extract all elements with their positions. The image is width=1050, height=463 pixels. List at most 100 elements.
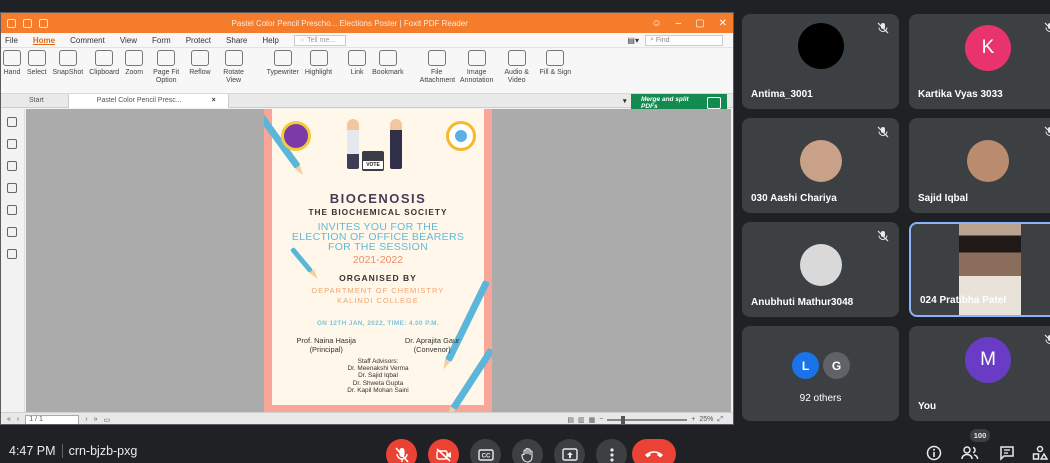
view-mode-icon[interactable]: ▭ [104, 416, 111, 424]
close-icon[interactable]: ✕ [719, 18, 727, 29]
avatar: G [823, 352, 850, 379]
zoom-level[interactable]: 25% [699, 416, 713, 423]
chat-button[interactable] [997, 443, 1017, 463]
more-options-button[interactable] [596, 439, 627, 463]
ribbon-toolbar: Hand Select SnapShot Clipboard Zoom Page Fit … [1, 48, 733, 94]
select-tool-button[interactable]: Select [27, 50, 46, 77]
convenor-role: (Convenor) [413, 345, 451, 354]
leave-call-button[interactable] [632, 439, 676, 463]
zoom-slider-knob[interactable] [621, 415, 626, 424]
camera-toggle-button[interactable] [428, 439, 459, 463]
poster-invite: INVITES YOU FOR THE ELECTION OF OFFICE B… [272, 222, 484, 253]
zoom-out-icon[interactable]: − [599, 416, 603, 423]
dropdown-icon[interactable]: ▾ [623, 98, 627, 105]
fill-sign-tool-label: Fill & Sign [539, 69, 572, 76]
tell-me-box[interactable]: ○ Tell me... [293, 34, 346, 46]
bookmark-panel-icon[interactable] [7, 117, 17, 127]
save-icon[interactable] [7, 18, 16, 28]
menu-comment[interactable]: Comment [70, 36, 105, 45]
image-annotation-tool-button[interactable]: Image Annotation [460, 50, 494, 85]
menu-help[interactable]: Help [262, 36, 278, 45]
typewriter-tool-button[interactable]: Typewriter [267, 50, 299, 77]
participant-tile[interactable]: 030 Aashi Chariya [742, 118, 899, 213]
continuous-icon[interactable]: ▥ [578, 416, 585, 424]
audio-video-tool-button[interactable]: Audio & Video [500, 50, 534, 85]
raise-hand-button[interactable] [512, 439, 543, 463]
activities-button[interactable] [1030, 443, 1050, 463]
clipboard-tool-button[interactable]: Clipboard [89, 50, 119, 77]
file-attachment-tool-label: File Attachment [419, 69, 456, 84]
zoom-in-icon[interactable]: + [691, 416, 695, 423]
audio-video-tool-icon [507, 50, 526, 66]
menu-form[interactable]: Form [152, 36, 171, 45]
layout-icon[interactable]: ▤▾ [627, 36, 639, 45]
pdf-title-bar: Pastel Color Pencil Prescho... Elections… [1, 13, 733, 33]
page-panel-icon[interactable] [7, 139, 17, 149]
captions-button[interactable]: CC [470, 439, 501, 463]
menu-view[interactable]: View [120, 36, 137, 45]
link-tool-icon [348, 50, 367, 66]
menu-home[interactable]: Home [33, 36, 55, 45]
participant-tile[interactable]: Anubhuti Mathur3048 [742, 222, 899, 317]
meeting-details-button[interactable] [924, 443, 944, 463]
next-page-icon[interactable]: › [85, 416, 87, 423]
single-page-icon[interactable]: ▤ [567, 416, 574, 424]
convenor: Dr. Aprajita Gaur (Convenor) [405, 336, 460, 354]
clipboard-tool-label: Clipboard [89, 69, 120, 76]
find-input[interactable]: ⌕ Find [645, 34, 723, 46]
present-now-button[interactable] [554, 439, 585, 463]
security-panel-icon[interactable] [7, 249, 17, 259]
page-fit-tool-button[interactable]: Page Fit Option [149, 50, 183, 85]
divider [61, 444, 63, 458]
zoom-slider[interactable] [607, 415, 688, 424]
bookmark-tool-button[interactable]: Bookmark [372, 50, 404, 77]
participant-tile[interactable]: K Kartika Vyas 3033 [909, 14, 1050, 109]
signature-panel-icon[interactable] [7, 227, 17, 237]
fill-sign-tool-button[interactable]: Fill & Sign [539, 50, 572, 77]
tab-document[interactable]: Pastel Color Pencil Presc... × [68, 93, 229, 108]
participant-tile[interactable]: L G 92 others [742, 326, 899, 421]
snapshot-tool-button[interactable]: SnapShot [52, 50, 83, 77]
participant-tile[interactable]: 024 Pratibha Patel [909, 222, 1050, 317]
invite-line: FOR THE SESSION [328, 241, 428, 253]
comment-panel-icon[interactable] [7, 183, 17, 193]
user-icon[interactable]: ☺ [651, 18, 661, 29]
highlight-tool-button[interactable]: Highlight [305, 50, 332, 77]
microphone-toggle-button[interactable] [386, 439, 417, 463]
election-poster: VOTE BIOCENOSIS THE BIOCHEMICAL SOCIETY … [264, 109, 492, 415]
fullscreen-icon[interactable]: ⤢ [717, 416, 723, 424]
advisor-name: Dr. Kapil Mohan Saini [347, 386, 409, 394]
zoom-tool-button[interactable]: Zoom [125, 50, 144, 77]
avatar [966, 140, 1009, 182]
undo-icon[interactable] [39, 18, 48, 28]
menu-share[interactable]: Share [226, 36, 247, 45]
print-icon[interactable] [23, 18, 32, 28]
voter-figure [347, 119, 359, 169]
reflow-tool-button[interactable]: Reflow [189, 50, 211, 77]
first-page-icon[interactable]: « [7, 416, 11, 423]
link-tool-button[interactable]: Link [348, 50, 367, 77]
page-number-input[interactable]: 1 / 1 [25, 414, 80, 424]
participant-tile[interactable]: Sajid Iqbal [909, 118, 1050, 213]
menu-protect[interactable]: Protect [186, 36, 211, 45]
link-tool-label: Link [350, 69, 364, 76]
hand-tool-button[interactable]: Hand [3, 50, 21, 77]
tab-start[interactable]: Start [1, 93, 69, 108]
quick-access-toolbar[interactable] [7, 18, 48, 28]
attachment-panel-icon[interactable] [7, 205, 17, 215]
minimize-icon[interactable]: – [676, 18, 682, 29]
facing-icon[interactable]: ▦ [589, 416, 596, 424]
pdf-menu-bar: File Home Comment View Form Protect Shar… [1, 33, 733, 48]
last-page-icon[interactable]: » [94, 416, 98, 423]
layers-panel-icon[interactable] [7, 161, 17, 171]
poster-date: ON 12TH JAN, 2022, TIME: 4.00 P.M. [316, 320, 440, 327]
rotate-tool-button[interactable]: Rotate View [217, 50, 251, 85]
people-button[interactable] [960, 443, 980, 463]
participant-tile[interactable]: M You [909, 326, 1050, 421]
file-attachment-tool-button[interactable]: File Attachment [419, 50, 456, 85]
menu-file[interactable]: File [5, 36, 18, 45]
participant-tile[interactable]: Antima_3001 [742, 14, 899, 109]
prev-page-icon[interactable]: ‹ [17, 416, 19, 423]
restore-icon[interactable]: ▢ [695, 18, 704, 29]
close-tab-icon[interactable]: × [212, 97, 216, 104]
